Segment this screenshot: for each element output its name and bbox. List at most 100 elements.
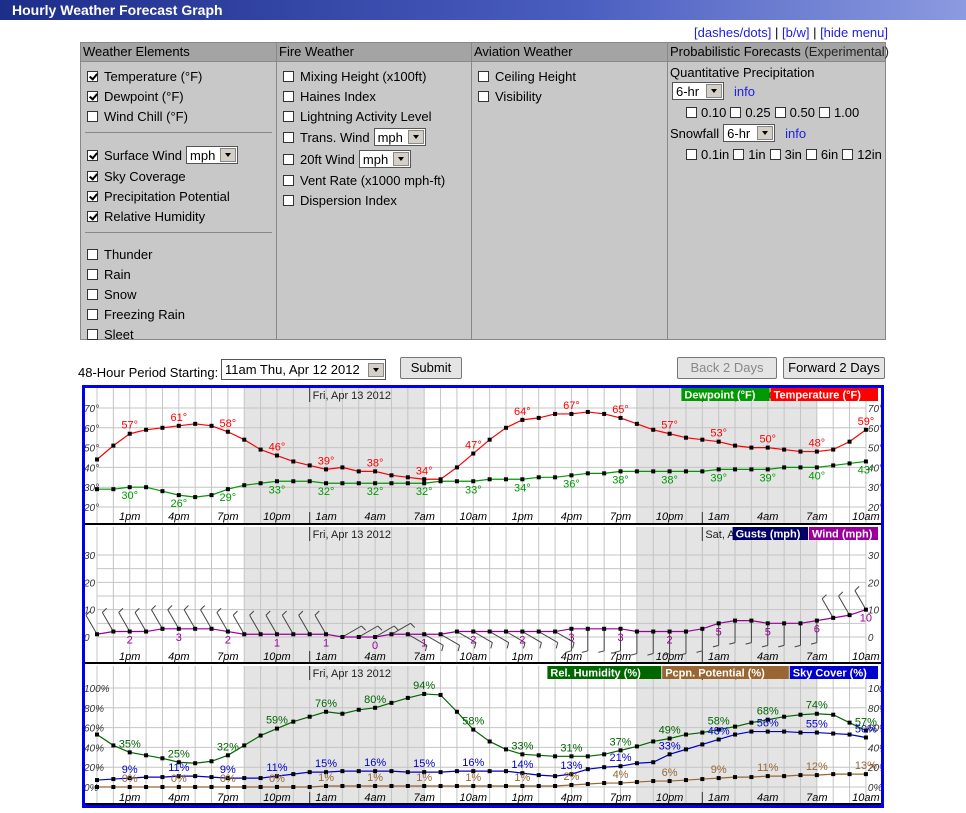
checkbox-0-50[interactable]: [774, 106, 786, 118]
dewpoint-point: [749, 467, 754, 472]
checkbox-mixing-height-x100ft[interactable]: Mixing Height (x100ft): [277, 66, 471, 86]
checkbox-0-25[interactable]: [730, 106, 742, 118]
checkbox-6in[interactable]: [805, 148, 817, 160]
select-value: mph: [190, 147, 216, 163]
checkbox-freezing-rain[interactable]: Freezing Rain: [81, 304, 276, 324]
y-tick-label-right: 70°: [868, 404, 883, 415]
wind-barb: [85, 614, 98, 635]
pcpn-point: [782, 774, 787, 779]
checkbox-rain[interactable]: Rain: [81, 264, 276, 284]
checkbox[interactable]: [283, 153, 294, 165]
rh-point: [144, 753, 149, 758]
checkbox[interactable]: [87, 170, 98, 182]
qpf-info-link[interactable]: info: [734, 84, 755, 99]
dashes-dots-link[interactable]: [dashes/dots]: [694, 25, 771, 40]
rh-data-label: 94%: [413, 680, 435, 692]
checkbox-wind-chill-f[interactable]: Wind Chill (°F): [81, 106, 276, 126]
dewpoint-point: [438, 479, 443, 484]
temperature-point: [307, 463, 312, 468]
checkbox[interactable]: [87, 268, 98, 280]
checkbox-label: 0.1in: [701, 146, 730, 162]
wind-data-label: 3: [617, 632, 623, 644]
forward-2-days-button[interactable]: Forward 2 Days: [783, 357, 885, 379]
checkbox-visibility[interactable]: Visibility: [472, 86, 667, 106]
temperature-data-label: 38°: [367, 457, 384, 469]
pcpn-point: [307, 785, 312, 789]
checkbox-dewpoint-f[interactable]: Dewpoint (°F): [81, 86, 276, 106]
checkbox[interactable]: [283, 194, 294, 206]
checkbox[interactable]: [87, 70, 98, 82]
checkbox[interactable]: [478, 90, 489, 102]
submit-button[interactable]: Submit: [400, 357, 462, 379]
checkbox-0-1in[interactable]: [686, 148, 697, 160]
checkbox[interactable]: [283, 174, 294, 186]
surface-wind-unit-select[interactable]: mph: [186, 146, 239, 164]
checkbox-relative-humidity[interactable]: Relative Humidity: [81, 206, 276, 226]
checkbox[interactable]: [87, 149, 98, 161]
x-tick-label: 1am: [708, 792, 729, 804]
sky-data-label: 16%: [462, 757, 484, 769]
checkbox-0-10[interactable]: [686, 106, 697, 118]
wind-point: [389, 632, 394, 637]
checkbox-12in[interactable]: [842, 148, 854, 160]
checkbox[interactable]: [283, 131, 294, 143]
20ft-wind-unit-select[interactable]: mph: [358, 150, 411, 168]
dewpoint-point: [373, 481, 378, 486]
checkbox-surface-wind[interactable]: Surface Wind mph: [81, 144, 276, 166]
checkbox[interactable]: [283, 90, 294, 102]
checkbox-20ft-wind[interactable]: 20ft Wind mph: [277, 148, 471, 170]
checkbox-snow[interactable]: Snow: [81, 284, 276, 304]
x-tick-label: 4am: [364, 511, 385, 523]
checkbox[interactable]: [87, 190, 98, 202]
checkbox-precipitation-potential[interactable]: Precipitation Potential: [81, 186, 276, 206]
snowfall-info-link[interactable]: info: [785, 126, 806, 141]
back-2-days-button[interactable]: Back 2 Days: [677, 357, 777, 379]
sky-point: [193, 774, 198, 779]
temperature-point: [569, 411, 574, 416]
checkbox[interactable]: [87, 210, 98, 222]
snowfall-interval-select[interactable]: 6-hr: [723, 124, 776, 142]
checkbox-vent-rate-x1000-mph-ft[interactable]: Vent Rate (x1000 mph-ft): [277, 170, 471, 190]
x-tick-label: 1pm: [512, 651, 533, 663]
period-start-select[interactable]: 11am Thu, Apr 12 2012: [221, 359, 386, 380]
qpf-interval-select[interactable]: 6-hr: [672, 82, 724, 100]
dewpoint-point: [193, 495, 198, 500]
hide-menu-link[interactable]: [hide menu]: [820, 25, 888, 40]
checkbox-1-00[interactable]: [818, 106, 830, 118]
sky-data-label: 33%: [659, 740, 681, 752]
bw-link[interactable]: [b/w]: [782, 25, 809, 40]
checkbox[interactable]: [87, 288, 98, 300]
checkbox-temperature-f[interactable]: Temperature (°F): [81, 66, 276, 86]
checkbox-ceiling-height[interactable]: Ceiling Height: [472, 66, 667, 86]
checkbox-sleet[interactable]: Sleet: [81, 324, 276, 344]
checkbox-lightning-activity-level[interactable]: Lightning Activity Level: [277, 106, 471, 126]
wind-point: [144, 629, 149, 634]
trans-wind-unit-select[interactable]: mph: [373, 128, 426, 146]
checkbox-1in[interactable]: [733, 148, 745, 160]
checkbox-dispersion-index[interactable]: Dispersion Index: [277, 190, 471, 210]
sky-point: [798, 730, 803, 735]
checkbox[interactable]: [478, 70, 489, 82]
wind-point: [274, 632, 279, 637]
checkbox[interactable]: [87, 248, 98, 260]
checkbox-label: Sleet: [104, 326, 134, 342]
checkbox-haines-index[interactable]: Haines Index: [277, 86, 471, 106]
checkbox[interactable]: [283, 110, 294, 122]
wind-point: [520, 629, 525, 634]
checkbox[interactable]: [87, 328, 98, 340]
checkbox-thunder[interactable]: Thunder: [81, 244, 276, 264]
x-tick-label: 4am: [757, 651, 778, 663]
dewpoint-point: [405, 481, 410, 486]
dewpoint-point: [422, 481, 427, 486]
checkbox[interactable]: [87, 110, 98, 122]
x-tick-label: 1pm: [119, 511, 140, 523]
sky-point: [504, 769, 508, 774]
checkbox[interactable]: [87, 308, 98, 320]
checkbox[interactable]: [283, 70, 294, 82]
checkbox[interactable]: [87, 90, 98, 102]
pcpn-data-label: 0%: [171, 773, 187, 785]
checkbox-3in[interactable]: [769, 148, 781, 160]
rh-point: [700, 730, 705, 735]
checkbox-trans-wind[interactable]: Trans. Wind mph: [277, 126, 471, 148]
checkbox-sky-coverage[interactable]: Sky Coverage: [81, 166, 276, 186]
